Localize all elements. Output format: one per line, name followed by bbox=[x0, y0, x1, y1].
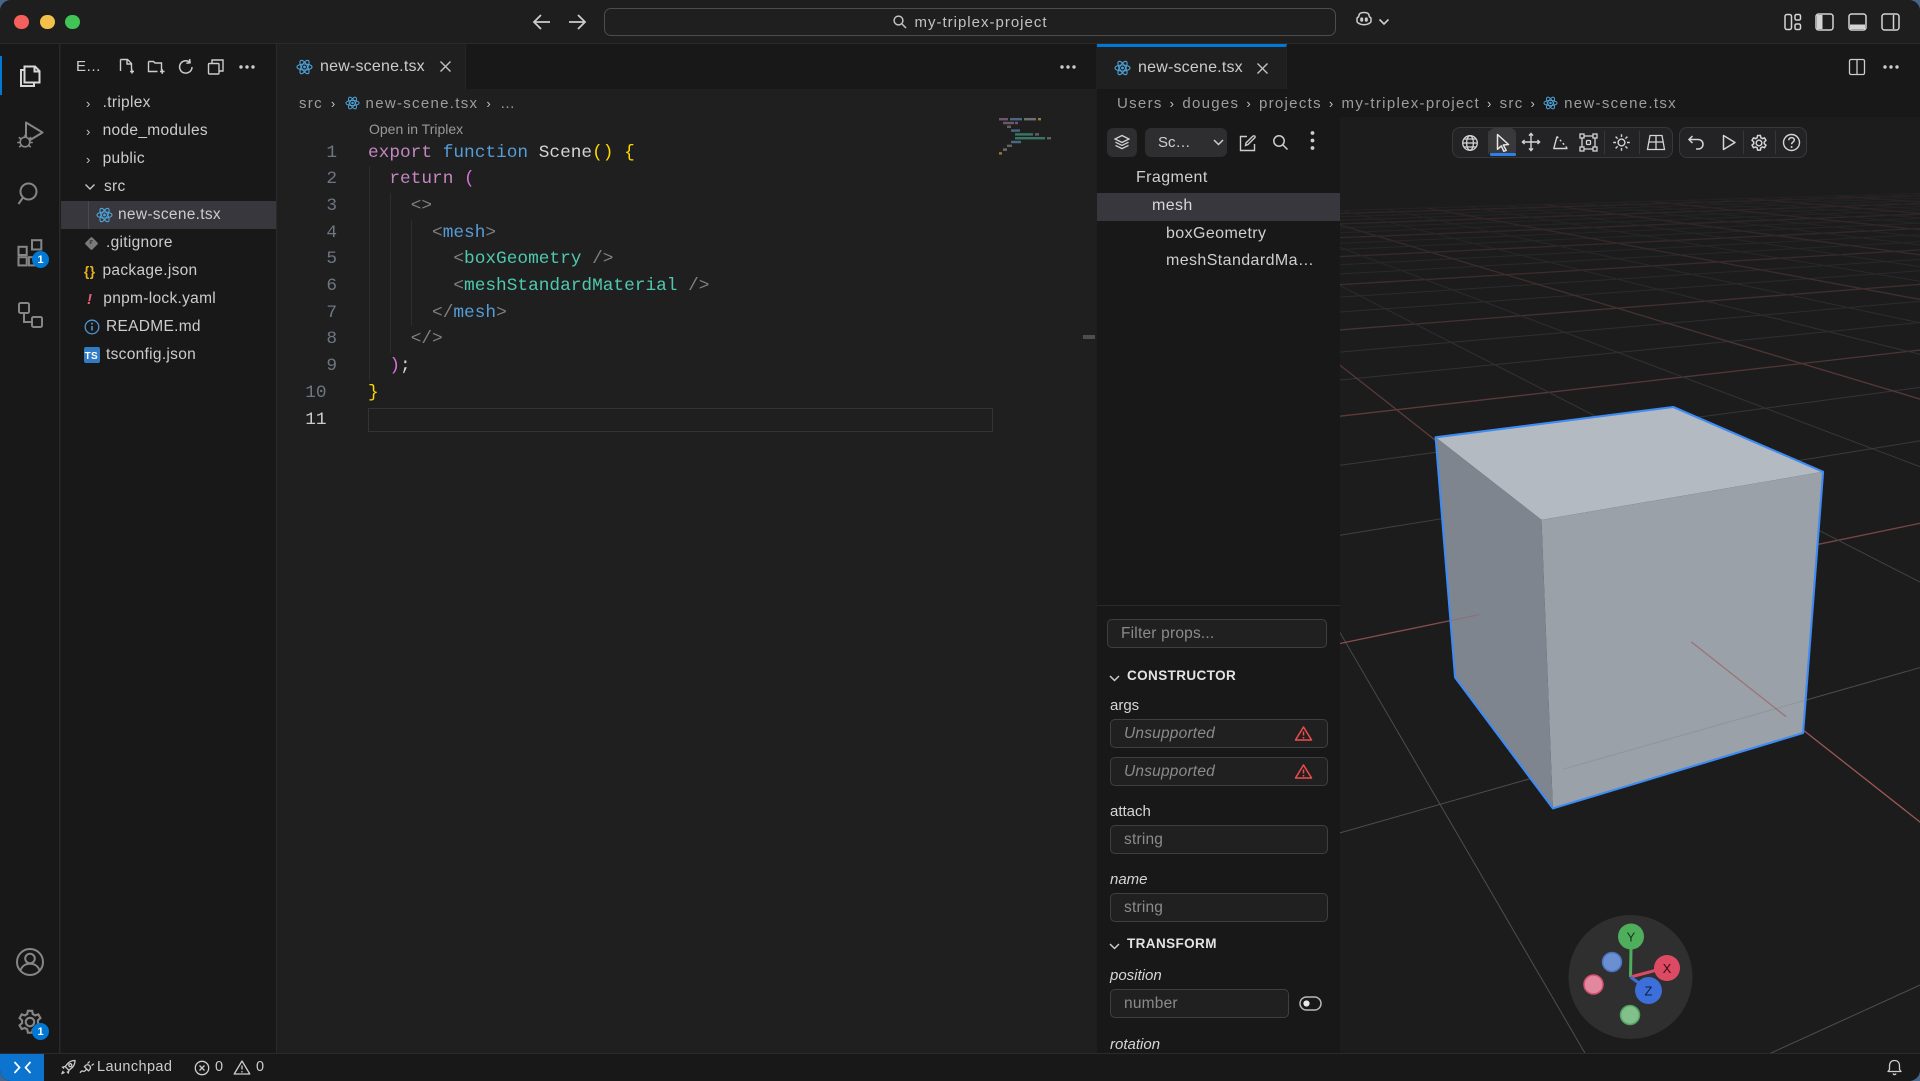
svg-text:Y: Y bbox=[1627, 930, 1636, 945]
svg-text:Z: Z bbox=[1645, 984, 1653, 999]
svg-text:X: X bbox=[1663, 961, 1672, 976]
